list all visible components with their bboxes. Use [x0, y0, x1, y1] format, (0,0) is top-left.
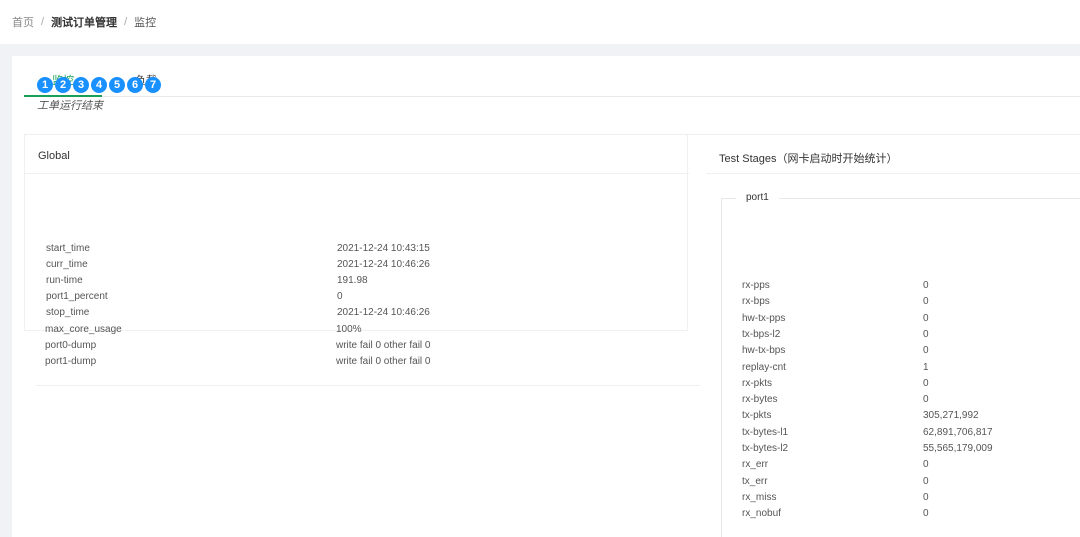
global-row: port1-dump write fail 0 other fail 0 — [45, 356, 665, 372]
port1-stat-row: rx-bytes 0 — [742, 394, 1080, 410]
breadcrumb-order-management[interactable]: 测试订单管理 — [51, 14, 117, 30]
global-value: 191.98 — [337, 275, 368, 286]
port1-stat-row: rx-pps 0 — [742, 280, 1080, 296]
step-1: 1 — [37, 77, 53, 93]
port1-stat-value: 0 — [923, 394, 929, 406]
global-key: port1_percent — [46, 291, 108, 302]
port1-stat-row: rx-pkts 0 — [742, 378, 1080, 394]
global-value: 0 — [337, 291, 343, 302]
port1-stat-value: 0 — [923, 345, 929, 357]
port1-stat-value: 0 — [923, 491, 929, 503]
global-key: port1-dump — [45, 356, 97, 367]
global-row: curr_time 2021-12-24 10:46:26 — [46, 259, 666, 275]
port1-stat-value: 0 — [923, 280, 929, 291]
port1-stat-row: tx-bytes-l2 55,565,179,009 — [742, 443, 1080, 459]
global-key: max_core_usage — [45, 324, 122, 335]
breadcrumb-separator: / — [41, 16, 45, 28]
divider — [25, 173, 689, 174]
step-2: 2 — [55, 77, 71, 93]
step-7: 7 — [145, 77, 161, 93]
order-status-text: 工单运行结束 — [37, 100, 103, 112]
port1-stat-row: rx-bps 0 — [742, 296, 1080, 312]
port1-stat-value: 0 — [923, 475, 929, 487]
test-stages-title: Test Stages（网卡启动时开始统计） — [719, 153, 898, 165]
global-row: max_core_usage 100% — [45, 324, 665, 340]
global-row: run-time 191.98 — [46, 275, 666, 291]
step-3: 3 — [73, 77, 89, 93]
breadcrumb-home[interactable]: 首页 — [12, 14, 34, 30]
port1-stat-value: 55,565,179,009 — [923, 443, 993, 454]
global-value: write fail 0 other fail 0 — [336, 340, 431, 351]
port1-stat-row: rx_miss 0 — [742, 492, 1080, 508]
global-panel: Global start_time 2021-12-24 10:43:15 cu… — [24, 135, 689, 331]
port1-stat-value: 1 — [923, 361, 929, 373]
port1-stat-row: hw-tx-bps 0 — [742, 345, 1080, 361]
port1-stat-key: hw-tx-bps — [742, 345, 786, 357]
port1-stat-row: rx_nobuf 0 — [742, 508, 1080, 524]
port1-stat-value: 0 — [923, 377, 929, 389]
port1-stat-key: tx-bytes-l1 — [742, 426, 789, 438]
port1-stat-value: 0 — [923, 508, 929, 520]
port1-stat-row: tx_err 0 — [742, 476, 1080, 492]
global-key: port0-dump — [45, 340, 97, 351]
port1-stat-key: hw-tx-pps — [742, 312, 786, 324]
port1-stat-value: 0 — [923, 328, 929, 340]
global-value: 2021-12-24 10:43:15 — [337, 243, 430, 254]
global-value: 2021-12-24 10:46:26 — [337, 259, 430, 270]
port1-stat-key: tx_err — [742, 475, 768, 487]
global-key: run-time — [46, 275, 83, 286]
global-row: stop_time 2021-12-24 10:46:26 — [46, 307, 666, 323]
port1-stat-row: rx_err 0 — [742, 459, 1080, 475]
port1-stat-key: replay-cnt — [742, 361, 786, 373]
port1-stat-row: tx-pkts 305,271,992 — [742, 410, 1080, 426]
step-5: 5 — [109, 77, 125, 93]
breadcrumb: 首页 / 测试订单管理 / 监控 — [0, 0, 1080, 44]
global-value: 100% — [336, 324, 362, 335]
port1-stat-key: rx-pps — [742, 280, 770, 291]
port1-stat-key: tx-pkts — [742, 410, 772, 422]
global-row: port0-dump write fail 0 other fail 0 — [45, 340, 665, 356]
port1-stat-row: tx-bytes-l1 62,891,706,817 — [742, 427, 1080, 443]
progress-steps: 1 2 3 4 5 6 7 — [37, 77, 163, 93]
global-panel-bottom-border — [36, 385, 700, 386]
global-value: 2021-12-24 10:46:26 — [337, 307, 430, 318]
breadcrumb-current: 监控 — [134, 17, 157, 29]
global-key: start_time — [46, 243, 90, 254]
port1-stat-row: tx-bps-l2 0 — [742, 329, 1080, 345]
port1-stat-value: 305,271,992 — [923, 410, 979, 422]
port1-legend: port1 — [736, 192, 779, 203]
port1-stat-key: tx-bps-l2 — [742, 328, 781, 340]
port1-stat-key: rx_nobuf — [742, 508, 781, 520]
progress-steps-panel: 1 2 3 4 5 6 7 工单运行结束 — [24, 53, 1080, 135]
global-key: curr_time — [46, 259, 88, 270]
port1-stat-key: tx-bytes-l2 — [742, 443, 789, 454]
global-title: Global — [38, 150, 70, 162]
port1-stat-value: 0 — [923, 459, 929, 471]
port1-stat-value: 0 — [923, 296, 929, 308]
port1-stat-key: rx_miss — [742, 491, 777, 503]
global-key: stop_time — [46, 307, 90, 318]
port1-stat-key: rx-bps — [742, 296, 770, 308]
port1-stat-value: 0 — [923, 312, 929, 324]
step-4: 4 — [91, 77, 107, 93]
port1-stat-key: rx-pkts — [742, 377, 772, 389]
step-6: 6 — [127, 77, 143, 93]
port1-stat-row: replay-cnt 1 — [742, 362, 1080, 378]
global-value: write fail 0 other fail 0 — [336, 356, 431, 367]
port1-stat-row: hw-tx-pps 0 — [742, 313, 1080, 329]
divider — [706, 173, 1080, 174]
port1-stat-key: rx_err — [742, 459, 769, 471]
port1-stat-key: rx-bytes — [742, 394, 778, 406]
port1-stat-value: 62,891,706,817 — [923, 426, 993, 438]
global-row: start_time 2021-12-24 10:43:15 — [46, 243, 666, 259]
global-row: port1_percent 0 — [46, 291, 666, 307]
breadcrumb-separator: / — [124, 16, 128, 28]
